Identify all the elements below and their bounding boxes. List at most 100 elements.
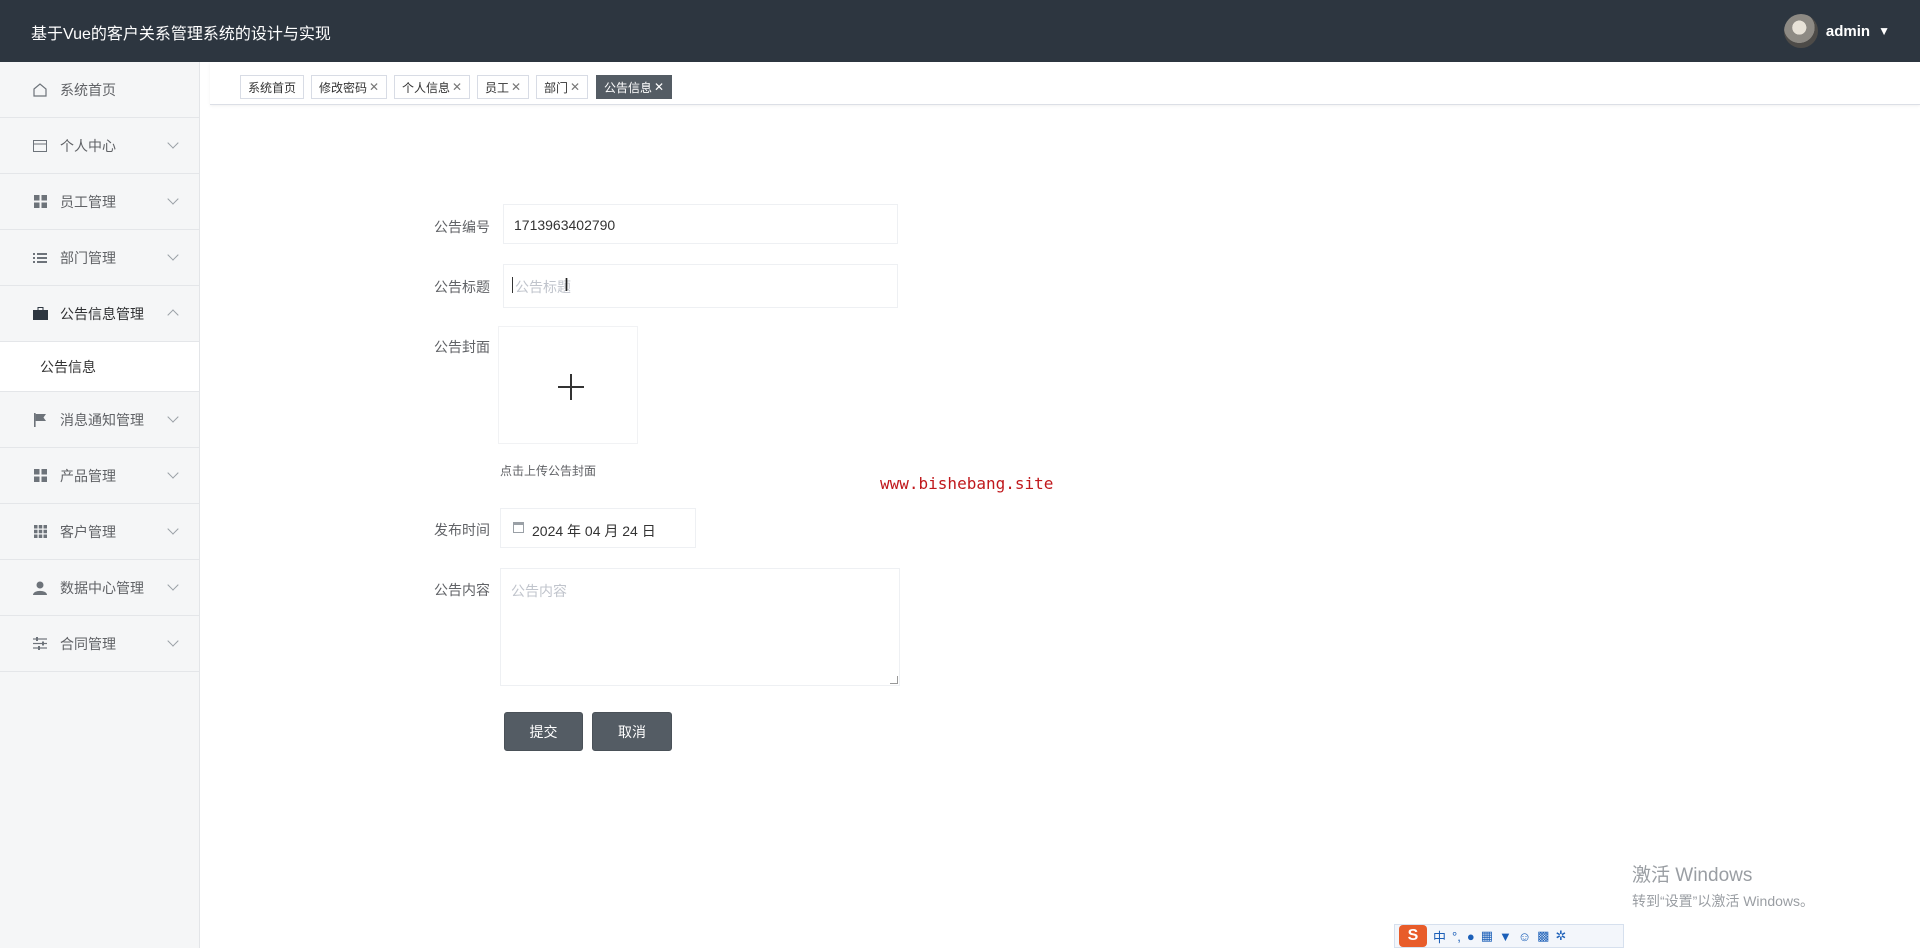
- tags-view: 系统首页 修改密码 ✕ 个人信息 ✕ 员工 ✕ 部门 ✕ 公告信息 ✕: [210, 62, 1920, 105]
- user-menu[interactable]: admin ▼: [1783, 14, 1890, 48]
- punctuation-icon[interactable]: °,: [1452, 929, 1461, 944]
- close-icon[interactable]: ✕: [570, 80, 580, 94]
- tab-label: 修改密码: [319, 80, 368, 95]
- top-header: 基于Vue的客户关系管理系统的设计与实现 admin ▼: [0, 0, 1920, 62]
- avatar[interactable]: [1783, 14, 1818, 48]
- notice-content-label: 公告内容: [434, 582, 490, 598]
- keyboard-icon[interactable]: ▦: [1481, 928, 1493, 944]
- tab-label: 系统首页: [248, 80, 297, 95]
- sidebar: 系统首页 个人中心 员工管理 部门管理 公告信息管理 公告信息 消息通知管理 产…: [0, 62, 200, 948]
- notice-number-field[interactable]: 1713963402790: [503, 204, 898, 244]
- chevron-down-icon: [167, 249, 179, 261]
- sidebar-item-products[interactable]: 产品管理: [0, 448, 199, 504]
- flag-icon: [32, 412, 48, 428]
- ime-mode[interactable]: 中: [1433, 927, 1446, 946]
- cover-upload-hint: 点击上传公告封面: [500, 464, 597, 478]
- tab-departments[interactable]: 部门 ✕: [536, 75, 589, 99]
- sidebar-item-data-center[interactable]: 数据中心管理: [0, 560, 199, 616]
- app-title: 基于Vue的客户关系管理系统的设计与实现: [31, 26, 331, 43]
- sidebar-item-label: 消息通知管理: [60, 411, 144, 428]
- cancel-button[interactable]: 取消: [592, 712, 672, 751]
- plus-icon-stroke: [570, 374, 572, 400]
- publish-date-value: 2024 年 04 月 24 日: [532, 523, 656, 539]
- notice-title-input[interactable]: 公告标题 I: [503, 264, 898, 308]
- sidebar-item-label: 数据中心管理: [60, 579, 144, 596]
- tab-label: 公告信息: [604, 80, 653, 95]
- tab-change-password[interactable]: 修改密码 ✕: [311, 75, 388, 99]
- notice-content-textarea[interactable]: 公告内容: [500, 568, 900, 686]
- sidebar-item-messages[interactable]: 消息通知管理: [0, 392, 199, 448]
- sidebar-item-contracts[interactable]: 合同管理: [0, 616, 199, 672]
- close-icon[interactable]: ✕: [452, 80, 462, 94]
- calendar-icon: [513, 522, 524, 533]
- notice-title-label: 公告标题: [434, 279, 490, 295]
- chevron-down-icon: [167, 523, 179, 535]
- resize-handle-icon[interactable]: [890, 676, 898, 684]
- tab-label: 部门: [544, 80, 569, 95]
- sidebar-item-departments[interactable]: 部门管理: [0, 230, 199, 286]
- sidebar-item-label: 产品管理: [60, 467, 116, 484]
- tab-home[interactable]: 系统首页: [240, 75, 305, 99]
- home-icon: [32, 82, 48, 98]
- sidebar-item-label: 公告信息管理: [60, 305, 144, 322]
- sogou-logo-icon[interactable]: S: [1399, 925, 1427, 947]
- ibeam-cursor-icon: I: [564, 275, 570, 295]
- cover-upload-area[interactable]: [498, 326, 638, 444]
- activation-title: 激活 Windows: [1632, 865, 1753, 886]
- close-icon[interactable]: ✕: [511, 80, 521, 94]
- toolbox-icon[interactable]: ▩: [1537, 928, 1549, 944]
- card-icon: [32, 138, 48, 154]
- sidebar-item-label: 部门管理: [60, 249, 116, 266]
- submit-button[interactable]: 提交: [504, 712, 583, 751]
- activation-subtitle: 转到“设置”以激活 Windows。: [1632, 893, 1815, 909]
- chevron-down-icon: [167, 579, 179, 591]
- sidebar-item-home[interactable]: 系统首页: [0, 62, 199, 118]
- site-watermark: www.bishebang.site: [880, 474, 1054, 493]
- tab-personal-info[interactable]: 个人信息 ✕: [394, 75, 471, 99]
- publish-date-picker[interactable]: 2024 年 04 月 24 日: [500, 508, 696, 548]
- chevron-up-icon: [167, 309, 179, 321]
- chevron-down-icon: [167, 193, 179, 205]
- windows-activation-notice: 激活 Windows 转到“设置”以激活 Windows。: [1632, 860, 1814, 911]
- skin-icon[interactable]: ▼: [1499, 929, 1512, 944]
- close-icon[interactable]: ✕: [369, 80, 379, 94]
- notice-number-label: 公告编号: [434, 219, 490, 235]
- tab-employees[interactable]: 员工 ✕: [477, 75, 530, 99]
- caret-down-icon[interactable]: ▼: [1878, 24, 1890, 38]
- sidebar-item-personal[interactable]: 个人中心: [0, 118, 199, 174]
- sidebar-subitem-notice-info[interactable]: 公告信息: [0, 342, 199, 392]
- chevron-down-icon: [167, 411, 179, 423]
- apps-icon: [32, 524, 48, 540]
- notice-number-value: 1713963402790: [514, 217, 616, 233]
- chevron-down-icon: [167, 137, 179, 149]
- ime-toolbar[interactable]: S 中 °, ● ▦ ▼ ☺ ▩ ✲: [1394, 924, 1624, 948]
- sliders-icon: [32, 636, 48, 652]
- sidebar-item-employees[interactable]: 员工管理: [0, 174, 199, 230]
- settings-icon[interactable]: ✲: [1555, 928, 1566, 944]
- sidebar-item-customers[interactable]: 客户管理: [0, 504, 199, 560]
- sidebar-item-label: 个人中心: [60, 137, 116, 154]
- sidebar-item-label: 系统首页: [60, 81, 116, 98]
- notice-content-placeholder: 公告内容: [511, 583, 567, 599]
- user-icon: [32, 580, 48, 596]
- grid-icon: [32, 468, 48, 484]
- list-icon: [32, 250, 48, 266]
- tab-label: 个人信息: [402, 80, 451, 95]
- chevron-down-icon: [167, 467, 179, 479]
- notice-cover-label: 公告封面: [434, 339, 490, 355]
- chevron-down-icon: [167, 635, 179, 647]
- text-cursor: [512, 277, 513, 293]
- publish-date-label: 发布时间: [434, 522, 490, 538]
- sidebar-item-label: 客户管理: [60, 523, 116, 540]
- briefcase-icon: [32, 306, 48, 322]
- tab-label: 员工: [485, 80, 510, 95]
- sidebar-item-label: 员工管理: [60, 193, 116, 210]
- sidebar-item-label: 合同管理: [60, 635, 116, 652]
- close-icon[interactable]: ✕: [654, 80, 664, 94]
- microphone-icon[interactable]: ●: [1467, 929, 1475, 944]
- sidebar-item-notices[interactable]: 公告信息管理: [0, 286, 199, 342]
- username[interactable]: admin: [1826, 23, 1870, 40]
- notice-title-placeholder: 公告标题: [515, 279, 571, 295]
- tab-notice-info[interactable]: 公告信息 ✕: [596, 75, 673, 99]
- emoji-icon[interactable]: ☺: [1518, 929, 1531, 944]
